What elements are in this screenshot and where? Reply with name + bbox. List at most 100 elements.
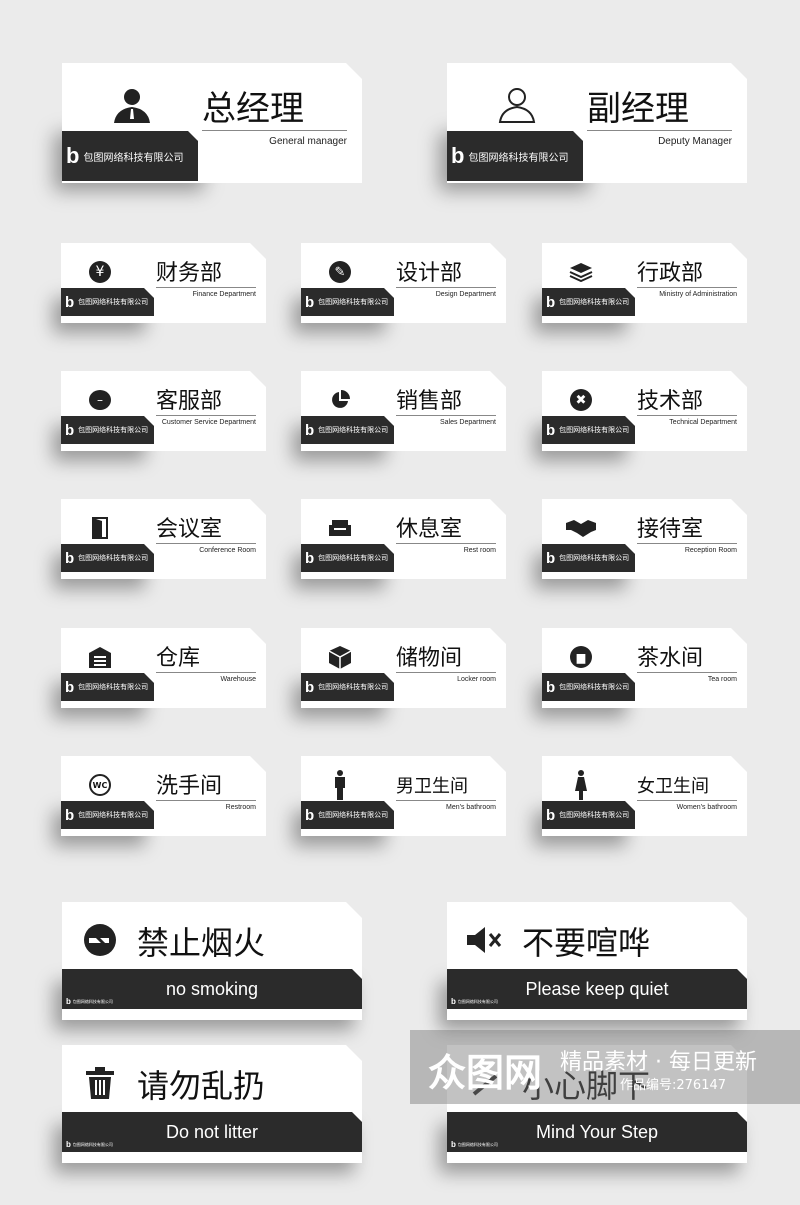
- sign-subtitle: Technical Department: [669, 419, 737, 426]
- company-tab: b 包图网络科技有限公司: [542, 673, 635, 701]
- sign-title: 行政部: [637, 261, 704, 286]
- sign-subtitle: Sales Department: [439, 419, 496, 426]
- sign-subtitle: Restroom: [225, 804, 256, 811]
- sign-small: – 客服部 Customer Service Department b 包图网络科技有限…: [61, 371, 266, 451]
- sign-notice: 请勿乱扔 Do not litter b 包图网络科技有限公司: [62, 1045, 362, 1163]
- company-name: 包图网络科技有限公司: [78, 298, 149, 306]
- sign-title: 仓库: [156, 646, 201, 671]
- title-rule: [156, 543, 256, 544]
- notice-band: Please keep quiet b 包图网络科技有限公司: [443, 969, 751, 1009]
- company-name: 包图网络科技有限公司: [318, 298, 389, 306]
- company-logo-icon: b: [65, 806, 75, 824]
- company-name: 包图网络科技有限公司: [559, 811, 630, 819]
- title-rule: [396, 672, 496, 673]
- warehouse-icon: [85, 642, 115, 672]
- company-logo-icon: b: [305, 293, 315, 311]
- company-name: 包图网络科技有限公司: [78, 811, 149, 819]
- manager-outline-icon: [497, 85, 537, 125]
- sign-title: 财务部: [156, 261, 223, 286]
- title-rule: [156, 287, 256, 288]
- company-tab: b 包图网络科技有限公司: [542, 416, 635, 444]
- company-logo-icon: b: [451, 997, 456, 1006]
- notice-band: Do not litter b 包图网络科技有限公司: [58, 1112, 366, 1152]
- pencil-icon: ✎: [325, 257, 355, 287]
- company-logo-icon: b: [66, 997, 71, 1006]
- company-logo-icon: b: [546, 293, 556, 311]
- title-rule: [637, 543, 737, 544]
- company-logo-icon: b: [66, 143, 80, 168]
- wc-icon: WC: [85, 770, 115, 800]
- company-name: 包图网络科技有限公司: [559, 554, 630, 562]
- sign-small: 储物间 Locker room b 包图网络科技有限公司: [301, 628, 506, 708]
- title-rule: [637, 672, 737, 673]
- trash-icon: [80, 1063, 120, 1103]
- sofa-icon: [325, 513, 355, 543]
- title-rule: [156, 672, 256, 673]
- sign-small: ¥ 财务部 Finance Department b 包图网络科技有限公司: [61, 243, 266, 323]
- company-name: 包图网络科技有限公司: [318, 811, 389, 819]
- company-logo-icon: b: [65, 293, 75, 311]
- watermark-id: 作品编号:276147: [620, 1078, 727, 1093]
- notice-subtitle: Mind Your Step: [535, 1121, 659, 1142]
- sign-subtitle: Warehouse: [220, 676, 256, 683]
- company-name: 包图网络科技有限公司: [559, 426, 630, 434]
- company-logo-icon: b: [546, 806, 556, 824]
- company-logo-icon: b: [546, 678, 556, 696]
- company-mini: b 包图网络科技有限公司: [451, 1140, 498, 1149]
- sign-small: 女卫生间 Women's bathroom b 包图网络科技有限公司: [542, 756, 747, 836]
- sign-subtitle: Ministry of Administration: [659, 291, 737, 298]
- notice-subtitle: Do not litter: [165, 1121, 259, 1142]
- notice-band: Mind Your Step b 包图网络科技有限公司: [443, 1112, 751, 1152]
- no-smoking-icon: [80, 920, 120, 960]
- watermark-slogan: 精品素材 · 每日更新: [560, 1050, 757, 1075]
- company-name: 包图网络科技有限公司: [559, 298, 630, 306]
- company-logo-icon: b: [305, 421, 315, 439]
- sign-subtitle: Tea room: [707, 676, 737, 683]
- company-name: 包图网络科技有限公司: [78, 554, 149, 562]
- sign-title: 请勿乱扔: [137, 1067, 266, 1105]
- sign-small: 会议室 Conference Room b 包图网络科技有限公司: [61, 499, 266, 579]
- sign-small: 休息室 Rest room b 包图网络科技有限公司: [301, 499, 506, 579]
- woman-icon: [566, 770, 596, 800]
- pie-chart-icon: [325, 385, 355, 415]
- sign-title: 洗手间: [156, 774, 223, 799]
- sign-title: 储物间: [396, 646, 463, 671]
- sign-small: ✖ 技术部 Technical Department b 包图网络科技有限公司: [542, 371, 747, 451]
- company-tab: b 包图网络科技有限公司: [542, 801, 635, 829]
- handshake-icon: [566, 513, 596, 543]
- company-logo-icon: b: [65, 421, 75, 439]
- company-name: 包图网络科技有限公司: [559, 683, 630, 691]
- company-tab: b 包图网络科技有限公司: [61, 288, 154, 316]
- company-logo-icon: b: [65, 549, 75, 567]
- title-rule: [396, 543, 496, 544]
- company-logo-icon: b: [305, 549, 315, 567]
- company-tab: b 包图网络科技有限公司: [61, 416, 154, 444]
- company-name: 包图网络科技有限公司: [83, 152, 184, 164]
- sign-title: 茶水间: [637, 646, 704, 671]
- sign-small: 行政部 Ministry of Administration b 包图网络科技有限公司: [542, 243, 747, 323]
- cup-icon: ▆: [566, 642, 596, 672]
- company-tab: b 包图网络科技有限公司: [61, 673, 154, 701]
- sign-title: 总经理: [202, 89, 304, 129]
- sign-subtitle: General manager: [269, 136, 347, 147]
- sign-small: 销售部 Sales Department b 包图网络科技有限公司: [301, 371, 506, 451]
- company-logo-icon: b: [66, 1140, 71, 1149]
- company-tab: b 包图网络科技有限公司: [301, 673, 394, 701]
- company-logo-icon: b: [65, 678, 75, 696]
- sign-title: 设计部: [396, 261, 463, 286]
- company-logo-icon: b: [305, 678, 315, 696]
- chat-icon: –: [85, 385, 115, 415]
- company-logo-icon: b: [451, 143, 465, 168]
- sign-title: 接待室: [637, 517, 704, 542]
- sign-title: 技术部: [637, 389, 704, 414]
- title-rule: [637, 415, 737, 416]
- sign-subtitle: Rest room: [463, 547, 496, 554]
- sign-title: 会议室: [156, 517, 223, 542]
- title-rule: [202, 130, 347, 131]
- company-mini: b 包图网络科技有限公司: [451, 997, 498, 1006]
- company-tab: b 包图网络科技有限公司: [61, 801, 154, 829]
- sign-subtitle: Women's bathroom: [676, 804, 737, 811]
- company-tab: b 包图网络科技有限公司: [542, 544, 635, 572]
- company-tab: b 包图网络科技有限公司: [301, 544, 394, 572]
- sign-deputy-manager: 副经理 Deputy Manager b 包图网络科技有限公司: [447, 63, 747, 183]
